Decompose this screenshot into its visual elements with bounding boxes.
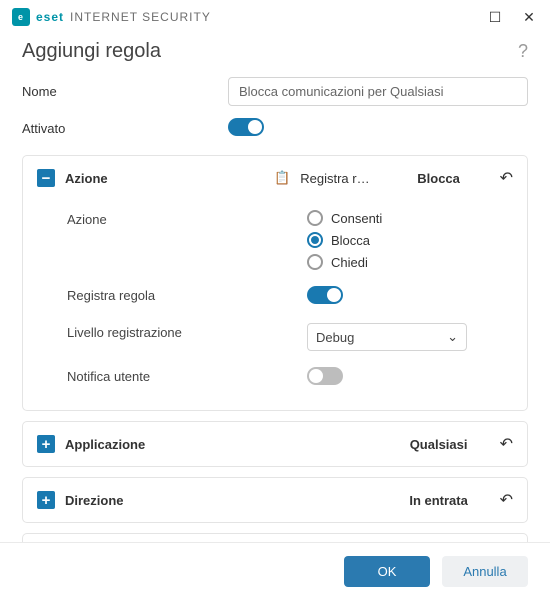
maximize-button[interactable]: ☐: [482, 4, 508, 30]
azione-value: Blocca: [404, 171, 474, 186]
log-level-label: Livello registrazione: [67, 323, 307, 340]
radio-icon: [307, 232, 323, 248]
section-title-azione: Azione: [65, 171, 108, 186]
eset-logo-icon: e: [12, 8, 30, 26]
notify-label: Notifica utente: [67, 367, 307, 384]
log-rule-toggle[interactable]: [307, 286, 343, 304]
name-input[interactable]: [228, 77, 528, 106]
section-applicazione: + Applicazione Qualsiasi ↶: [22, 421, 528, 467]
enabled-toggle[interactable]: [228, 118, 264, 136]
page-title: Aggiungi regola: [22, 40, 161, 63]
dialog-header: Aggiungi regola ?: [0, 34, 550, 71]
log-rule-label: Registra regola: [67, 286, 307, 303]
ok-button[interactable]: OK: [344, 556, 430, 587]
radio-icon: [307, 254, 323, 270]
cancel-button[interactable]: Annulla: [442, 556, 528, 587]
section-title-applicazione: Applicazione: [65, 437, 145, 452]
radio-chiedi[interactable]: Chiedi: [307, 254, 513, 270]
radio-icon: [307, 210, 323, 226]
chevron-down-icon: ⌄: [447, 329, 458, 345]
brand-text: INTERNET SECURITY: [70, 10, 211, 24]
close-button[interactable]: ✕: [516, 4, 542, 30]
radio-blocca[interactable]: Blocca: [307, 232, 513, 248]
expand-icon[interactable]: +: [37, 491, 55, 509]
section-direzione: + Direzione In entrata ↶: [22, 477, 528, 523]
radio-consenti[interactable]: Consenti: [307, 210, 513, 226]
expand-icon[interactable]: +: [37, 435, 55, 453]
undo-icon[interactable]: ↶: [500, 434, 513, 454]
undo-icon[interactable]: ↶: [500, 490, 513, 510]
name-label: Nome: [22, 84, 228, 99]
action-label: Azione: [67, 210, 307, 227]
enabled-label: Attivato: [22, 121, 228, 136]
log-summary: Registra r…: [274, 170, 370, 186]
section-title-direzione: Direzione: [65, 493, 124, 508]
notify-toggle[interactable]: [307, 367, 343, 385]
brand-logo: e eset INTERNET SECURITY: [12, 8, 211, 26]
brand-prefix: eset: [36, 10, 64, 24]
undo-icon[interactable]: ↶: [500, 168, 513, 188]
titlebar: e eset INTERNET SECURITY ☐ ✕: [0, 0, 550, 34]
dialog-footer: OK Annulla: [0, 542, 550, 600]
clipboard-icon: [274, 170, 294, 186]
log-level-select[interactable]: Debug ⌄: [307, 323, 467, 351]
help-icon[interactable]: ?: [518, 41, 528, 62]
section-azione: − Azione Registra r… Blocca ↶ Azione Con…: [22, 155, 528, 411]
collapse-icon[interactable]: −: [37, 169, 55, 187]
direzione-value: In entrata: [404, 493, 474, 508]
dialog-body: Nome Attivato − Azione Registra r… Blocc…: [0, 71, 550, 545]
applicazione-value: Qualsiasi: [404, 437, 474, 452]
